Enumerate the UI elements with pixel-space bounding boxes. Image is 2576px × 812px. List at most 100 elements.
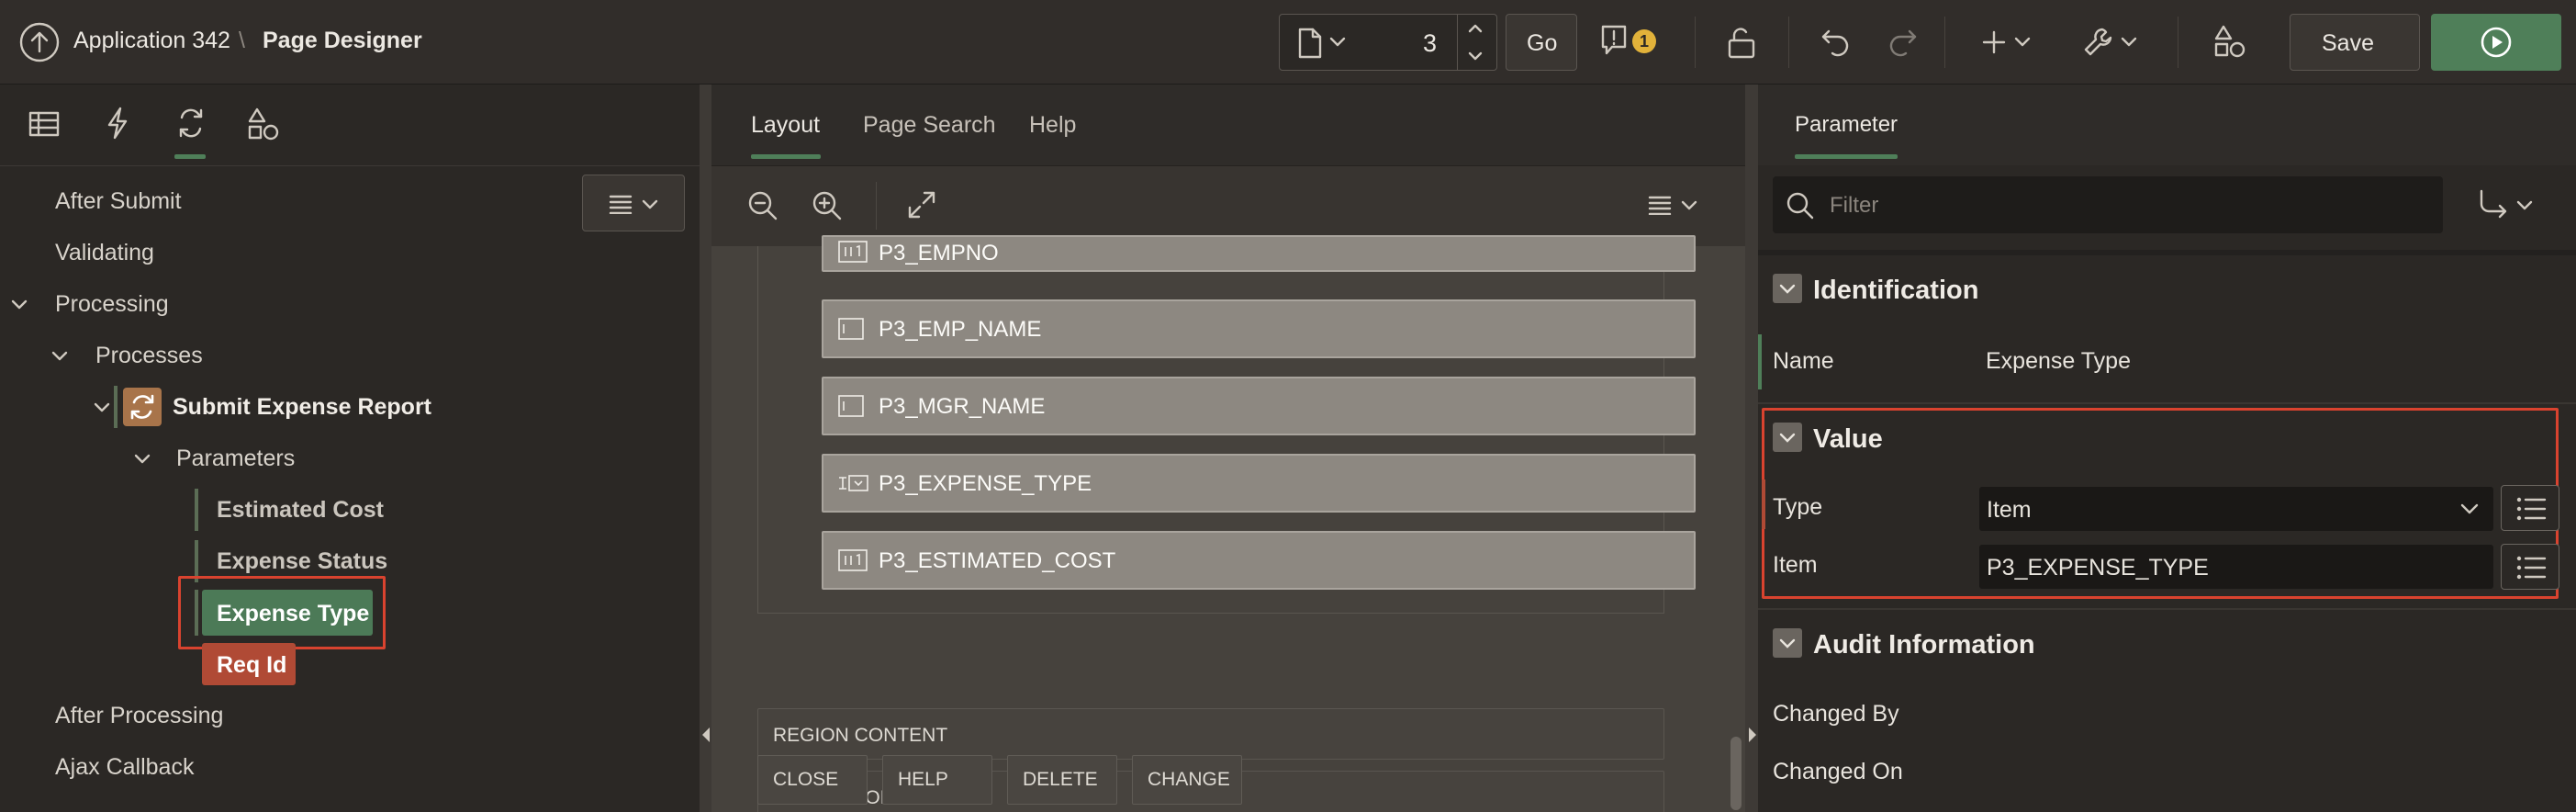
go-button[interactable]: Go (1506, 14, 1577, 71)
page-down-icon[interactable] (1467, 50, 1484, 62)
changed-by-label: Changed By (1773, 701, 1899, 727)
chevron-down-icon[interactable] (94, 402, 110, 413)
tab-layout[interactable]: Layout (751, 112, 820, 139)
left-pane: After Submit Validating Processing Proce… (0, 85, 700, 812)
page-number-input[interactable]: 3 (1423, 29, 1437, 58)
item-p3-mgr-name[interactable]: P3_MGR_NAME (822, 377, 1696, 435)
item-input-value: P3_EXPENSE_TYPE (1987, 555, 2209, 581)
item-label: P3_ESTIMATED_COST (879, 548, 1116, 573)
tree-node-processing[interactable]: Processing (55, 291, 169, 318)
identification-section-title[interactable]: Identification (1813, 276, 1978, 306)
tab-page-search[interactable]: Page Search (863, 112, 996, 139)
item-list-button[interactable] (2501, 544, 2559, 590)
number-field-icon (838, 241, 868, 263)
property-editor: Parameter Filter Identification Name Exp… (1758, 85, 2576, 812)
tree-node-validating[interactable]: Validating (55, 240, 154, 266)
layout-pane: Layout Page Search Help P3_EMPNO P3_EMP_… (711, 85, 1745, 812)
item-p3-expense-type[interactable]: P3_EXPENSE_TYPE (822, 454, 1696, 513)
type-select[interactable]: Item (1979, 487, 2493, 531)
collapse-right-icon[interactable] (1749, 727, 1756, 742)
shared-components-tab-icon[interactable] (246, 107, 281, 143)
tree-node-expense-type-label: Expense Type (217, 601, 370, 626)
region-content-slot[interactable]: REGION CONTENT (757, 708, 1664, 760)
collapse-identification-icon[interactable] (1773, 274, 1802, 303)
collapse-audit-icon[interactable] (1773, 628, 1802, 658)
save-button[interactable]: Save (2290, 14, 2420, 71)
plus-icon (1981, 29, 2007, 55)
breadcrumb-separator: \ (239, 28, 245, 53)
tree-node-req-id-label: Req Id (217, 652, 287, 678)
item-label: Item (1773, 552, 1818, 578)
chevron-down-icon (2121, 37, 2137, 48)
tree-node-estimated-cost[interactable]: Estimated Cost (217, 497, 384, 524)
tab-layout-indicator (751, 154, 821, 159)
page-up-icon[interactable] (1467, 22, 1484, 35)
warning-icon (1599, 24, 1629, 57)
item-label: P3_EMP_NAME (879, 317, 1042, 342)
tab-parameter[interactable]: Parameter (1795, 112, 1898, 138)
tree-node-submit-expense-report[interactable]: Submit Expense Report (173, 394, 431, 421)
expand-icon[interactable] (906, 189, 937, 220)
type-list-button[interactable] (2501, 485, 2559, 531)
utilities-menu-button[interactable] (2082, 24, 2146, 61)
page-selector[interactable]: 3 (1279, 14, 1497, 71)
tree-node-expense-status[interactable]: Expense Status (217, 548, 387, 575)
tree-node-req-id[interactable]: Req Id (202, 643, 296, 685)
collapse-left-icon[interactable] (702, 727, 710, 742)
create-menu-button[interactable] (1981, 26, 2036, 59)
zoom-out-icon[interactable] (746, 189, 779, 222)
processing-tab-icon[interactable] (174, 107, 207, 140)
help-button-slot[interactable]: HELP (882, 755, 992, 805)
hamburger-icon (609, 194, 633, 214)
run-page-button[interactable] (2431, 14, 2561, 71)
chevron-down-icon (2014, 37, 2031, 48)
filter-input[interactable]: Filter (1773, 176, 2443, 233)
warnings-button[interactable]: 1 (1599, 22, 1663, 62)
go-to-group-button[interactable] (2478, 186, 2542, 222)
zoom-in-icon[interactable] (811, 189, 844, 222)
value-section-title[interactable]: Value (1813, 424, 1883, 455)
tree-node-expense-type[interactable]: Expense Type (202, 590, 373, 636)
undo-icon[interactable] (1820, 26, 1853, 59)
item-label: P3_MGR_NAME (879, 394, 1046, 419)
item-input[interactable]: P3_EXPENSE_TYPE (1979, 545, 2493, 589)
name-value[interactable]: Expense Type (1986, 348, 2131, 375)
application-link[interactable]: Application 342 (73, 28, 230, 54)
rendering-tab-icon[interactable] (28, 110, 61, 138)
chevron-down-icon (642, 199, 658, 210)
audit-section-title[interactable]: Audit Information (1813, 630, 2035, 660)
chevron-down-icon[interactable] (134, 454, 151, 465)
chevron-down-icon[interactable] (51, 351, 68, 362)
collapse-value-icon[interactable] (1773, 423, 1802, 452)
page-icon (1296, 28, 1324, 59)
wrench-icon (2082, 26, 2115, 59)
tree-connector (195, 489, 198, 531)
top-toolbar: Application 342 \ Page Designer 3 Go 1 S… (0, 0, 2576, 85)
up-arrow-icon[interactable] (18, 21, 61, 63)
change-button-slot[interactable]: CHANGE (1132, 755, 1242, 805)
layout-menu-button[interactable] (1648, 195, 1710, 219)
right-splitter[interactable] (1745, 85, 1758, 812)
tree-node-parameters[interactable]: Parameters (176, 445, 295, 472)
item-p3-estimated-cost[interactable]: P3_ESTIMATED_COST (822, 531, 1696, 590)
delete-button-slot[interactable]: DELETE (1007, 755, 1117, 805)
tree-node-after-submit[interactable]: After Submit (55, 188, 182, 215)
shared-components-icon[interactable] (2212, 24, 2247, 61)
tree-menu-button[interactable] (582, 175, 685, 231)
vertical-scrollbar[interactable] (1730, 737, 1742, 810)
item-p3-emp-name[interactable]: P3_EMP_NAME (822, 299, 1696, 358)
left-splitter[interactable] (700, 85, 711, 812)
item-p3-empno[interactable]: P3_EMPNO (822, 235, 1696, 272)
tree-node-ajax-callback[interactable]: Ajax Callback (55, 754, 194, 781)
chevron-down-icon[interactable] (11, 299, 28, 310)
redo-icon[interactable] (1886, 26, 1919, 59)
name-label: Name (1773, 348, 1834, 374)
tree-node-after-processing[interactable]: After Processing (55, 703, 223, 729)
hamburger-icon (1648, 195, 1672, 215)
tree-node-processes[interactable]: Processes (95, 343, 203, 369)
play-icon (2480, 26, 2513, 59)
dynamic-actions-tab-icon[interactable] (105, 107, 130, 140)
close-button-slot[interactable]: CLOSE (757, 755, 868, 805)
tab-help[interactable]: Help (1029, 112, 1076, 139)
unlock-icon[interactable] (1724, 24, 1761, 61)
